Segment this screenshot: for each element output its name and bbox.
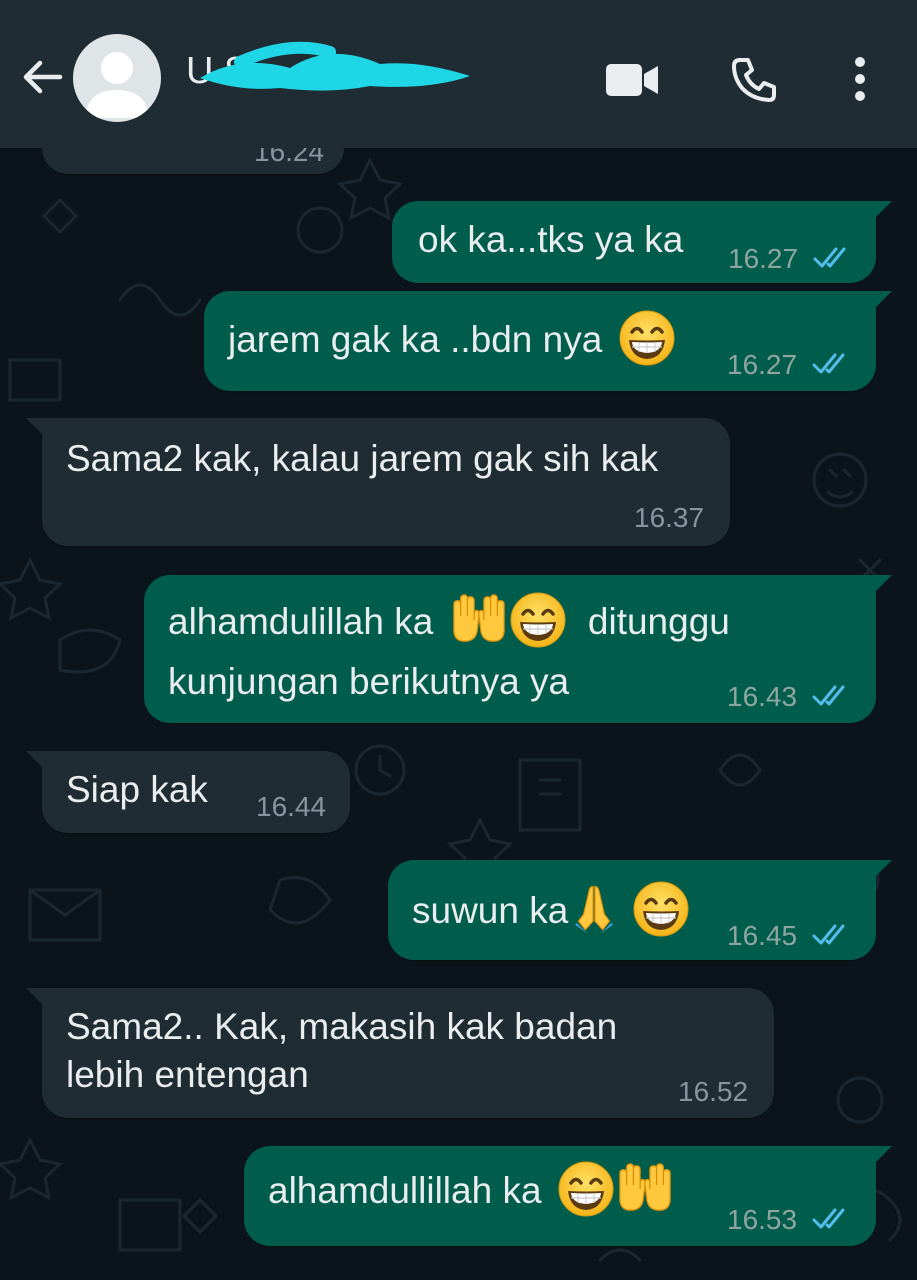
message-text-line: alhamdulillah ka xyxy=(168,601,434,642)
grinning-face-emoji xyxy=(556,1159,616,1219)
message-time: 16.27 xyxy=(728,243,799,274)
grinning-face-emoji xyxy=(617,308,677,368)
message-text: ok ka...tks ya ka xyxy=(418,219,684,260)
message-list[interactable]: 16.24 ok ka...tks ya ka 16.27 jarem gak … xyxy=(0,88,917,1280)
redaction-scribble xyxy=(200,41,470,91)
read-ticks-icon xyxy=(811,922,853,948)
read-ticks-icon xyxy=(812,245,854,271)
message-time: 16.43 xyxy=(727,681,798,712)
message-time: 16.53 xyxy=(727,1204,798,1235)
message-outgoing[interactable]: alhamdulillah ka ditunggu kunjungan beri… xyxy=(144,575,892,723)
chat-header: U S xyxy=(0,0,917,148)
arrow-left-icon[interactable] xyxy=(18,53,66,101)
message-incoming[interactable]: Sama2.. Kak, makasih kak badan lebih ent… xyxy=(26,988,774,1118)
palms-up-together-emoji xyxy=(616,1160,674,1218)
message-text: alhamdullillah ka xyxy=(268,1162,674,1223)
more-vertical-icon[interactable] xyxy=(850,56,870,102)
message-time: 16.52 xyxy=(678,1076,749,1107)
message-time: 16.44 xyxy=(256,791,327,822)
message-text: suwun ka xyxy=(412,882,691,943)
message-time: 16.27 xyxy=(727,349,798,380)
message-text: kunjungan berikutnya ya xyxy=(168,661,570,702)
message-text: alhamdulillah ka ditunggu xyxy=(168,593,730,654)
message-time: 16.37 xyxy=(634,502,705,533)
message-outgoing[interactable]: ok ka...tks ya ka 16.27 xyxy=(392,201,892,283)
message-text-line: jarem gak ka ..bdn nya xyxy=(228,319,603,360)
read-ticks-icon xyxy=(811,351,853,377)
message-text-line: ditunggu xyxy=(587,601,730,642)
message-text: jarem gak ka ..bdn nya xyxy=(228,311,677,372)
message-outgoing[interactable]: jarem gak ka ..bdn nya 16.27 xyxy=(204,291,892,391)
message-incoming[interactable]: Siap kak 16.44 xyxy=(26,751,350,833)
message-time: 16.45 xyxy=(727,920,798,951)
message-text-line: alhamdullillah ka xyxy=(268,1170,542,1211)
grinning-face-emoji xyxy=(508,590,568,650)
palms-up-together-emoji xyxy=(450,591,508,649)
message-incoming[interactable]: Sama2 kak, kalau jarem gak sih kak 16.37 xyxy=(26,418,730,546)
message-outgoing[interactable]: alhamdullillah ka 16.53 xyxy=(244,1146,892,1246)
phone-icon[interactable] xyxy=(730,56,778,104)
message-text: lebih entengan xyxy=(66,1054,309,1095)
grinning-face-emoji xyxy=(631,879,691,939)
default-avatar-icon xyxy=(85,52,149,118)
read-ticks-icon xyxy=(811,1206,853,1232)
video-camera-icon[interactable] xyxy=(604,60,660,100)
read-ticks-icon xyxy=(811,683,853,709)
avatar[interactable] xyxy=(73,34,161,122)
message-text-line: suwun ka xyxy=(412,890,569,931)
message-text: Sama2 kak, kalau jarem gak sih kak xyxy=(66,438,659,479)
message-text: Siap kak xyxy=(66,769,208,810)
message-outgoing[interactable]: suwun ka 16.45 xyxy=(388,860,892,960)
folded-hands-emoji xyxy=(568,880,620,938)
